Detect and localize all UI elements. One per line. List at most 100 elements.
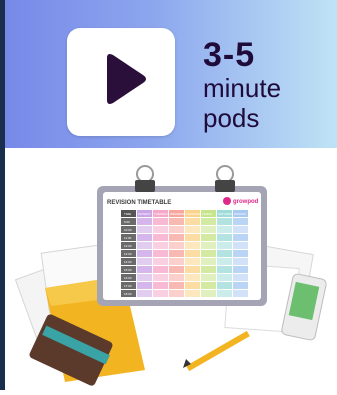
timetable-cell xyxy=(201,250,216,257)
timetable-cell xyxy=(137,258,152,265)
timetable-cell xyxy=(137,290,152,297)
timetable-cell xyxy=(185,258,200,265)
timetable-cell xyxy=(185,266,200,273)
timetable-cell xyxy=(137,234,152,241)
time-header-label: TIME xyxy=(124,212,131,216)
time-label: 13:00 xyxy=(124,252,132,256)
timetable-cell xyxy=(169,274,184,281)
play-icon xyxy=(107,54,146,104)
timetable-cell xyxy=(137,218,152,225)
day-header-label: FRIDAY xyxy=(202,212,213,216)
timetable-cell xyxy=(185,226,200,233)
day-header-label: SATURDAY xyxy=(218,212,234,216)
timetable-cell xyxy=(201,258,216,265)
timetable-cell xyxy=(137,282,152,289)
binder-clip-right xyxy=(215,165,235,192)
timetable-cell xyxy=(169,242,184,249)
timetable-cell xyxy=(233,218,248,225)
timetable-cell xyxy=(153,290,168,297)
play-button[interactable] xyxy=(67,28,175,136)
timetable-cell xyxy=(217,226,232,233)
timetable-cell xyxy=(233,274,248,281)
timetable-cell xyxy=(233,250,248,257)
timetable-cell xyxy=(137,226,152,233)
timetable-cell xyxy=(201,290,216,297)
timetable-cell xyxy=(153,218,168,225)
timetable-cell xyxy=(169,282,184,289)
timetable-cell xyxy=(233,234,248,241)
timetable-cell xyxy=(201,226,216,233)
banner-headline: 3-5 minute pods xyxy=(203,38,281,132)
timetable-cell xyxy=(169,234,184,241)
timetable-cell xyxy=(217,258,232,265)
time-label: 15:00 xyxy=(124,268,132,272)
timetable-cell xyxy=(169,266,184,273)
headline-minute: minute xyxy=(203,73,282,103)
timetable-cell xyxy=(185,250,200,257)
timetable-cell xyxy=(201,266,216,273)
timetable-cell xyxy=(217,290,232,297)
growpod-logo-icon xyxy=(223,197,231,205)
timetable-cell xyxy=(217,282,232,289)
timetable-cell xyxy=(233,282,248,289)
timetable-cell xyxy=(233,266,248,273)
timetable-cell xyxy=(233,226,248,233)
timetable-cell xyxy=(153,274,168,281)
timetable-cell xyxy=(169,218,184,225)
time-label: 10:00 xyxy=(124,228,132,232)
timetable-cell xyxy=(153,250,168,257)
timetable-cell xyxy=(153,226,168,233)
pencil xyxy=(183,330,250,372)
timetable-cell xyxy=(185,242,200,249)
timetable-cell xyxy=(137,250,152,257)
time-label: 11:00 xyxy=(124,236,132,240)
timetable-title: REVISION TIMETABLE xyxy=(107,200,171,206)
timetable-cell xyxy=(185,234,200,241)
timetable-cell xyxy=(233,290,248,297)
timetable-cell xyxy=(153,282,168,289)
timetable-cell xyxy=(169,226,184,233)
timetable-cell xyxy=(185,274,200,281)
timetable-cell xyxy=(217,234,232,241)
day-header-label: SUNDAY xyxy=(234,212,246,216)
timetable-cell xyxy=(153,266,168,273)
day-header-label: TUESDAY xyxy=(154,212,168,216)
timetable-cell xyxy=(185,290,200,297)
headline-pods: pods xyxy=(203,103,260,133)
time-label: 9:00 xyxy=(124,220,130,224)
timetable-cell xyxy=(153,258,168,265)
time-label: 12:00 xyxy=(124,244,132,248)
timetable-cell xyxy=(169,290,184,297)
timetable-illustration: REVISION TIMETABLE growpod TIME MONDAY TUE… xyxy=(14,165,327,386)
timetable-cell xyxy=(217,242,232,249)
timetable-cell xyxy=(137,274,152,281)
timetable-cell xyxy=(137,242,152,249)
time-label: 18:00 xyxy=(124,292,132,296)
binder-clip-left xyxy=(135,165,155,192)
video-banner[interactable]: 3-5 minute pods xyxy=(5,0,337,148)
timetable-brand: growpod xyxy=(233,199,259,205)
time-label: 17:00 xyxy=(124,284,132,288)
timetable-cell xyxy=(233,242,248,249)
timetable-cell xyxy=(169,250,184,257)
day-header-label: THURSDAY xyxy=(186,212,202,216)
timetable-cell xyxy=(217,266,232,273)
timetable-cell xyxy=(201,234,216,241)
timetable-cell xyxy=(185,218,200,225)
timetable-cell xyxy=(233,258,248,265)
timetable-cell xyxy=(201,282,216,289)
timetable-cell xyxy=(217,218,232,225)
timetable-cell xyxy=(217,274,232,281)
timetable-cell xyxy=(201,242,216,249)
timetable-cell xyxy=(153,242,168,249)
timetable-cell xyxy=(169,258,184,265)
time-label: 16:00 xyxy=(124,276,132,280)
timetable-cell xyxy=(153,234,168,241)
timetable-cell xyxy=(137,266,152,273)
timetable-cell xyxy=(201,274,216,281)
headline-duration: 3-5 xyxy=(203,36,256,74)
timetable-cell xyxy=(217,250,232,257)
timetable-cell xyxy=(201,218,216,225)
time-label: 14:00 xyxy=(124,260,132,264)
timetable-cell xyxy=(185,282,200,289)
